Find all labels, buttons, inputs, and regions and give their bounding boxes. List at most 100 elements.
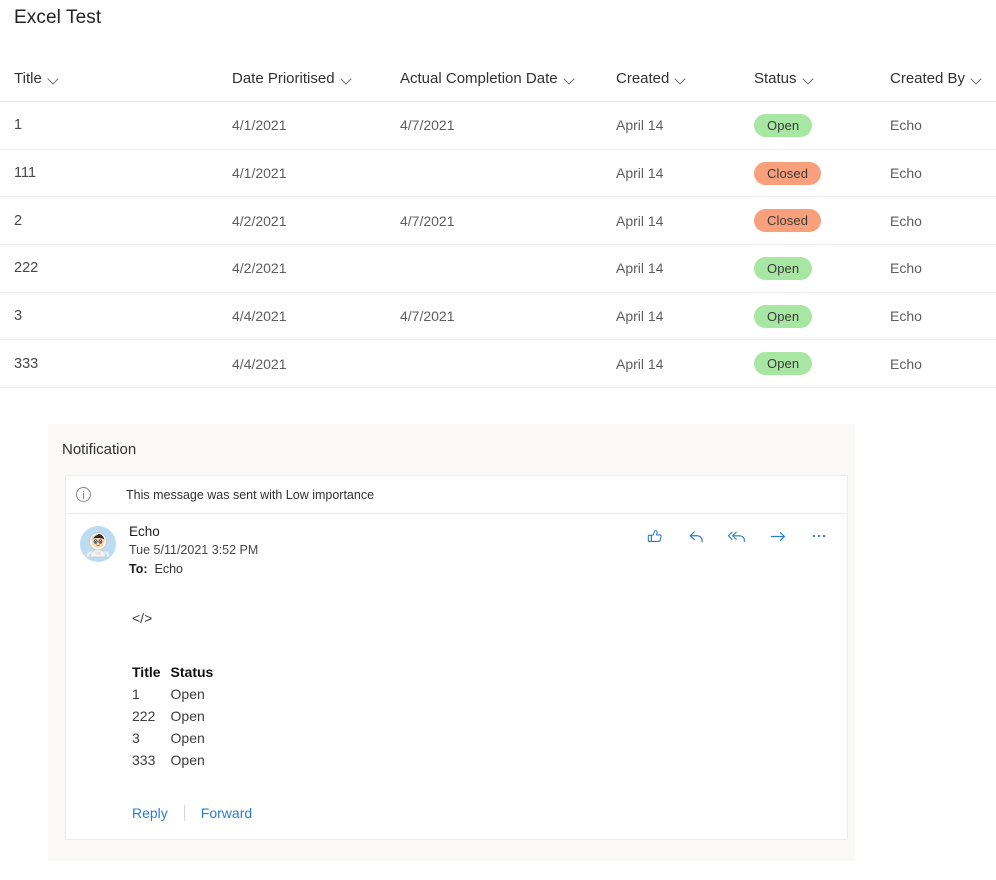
sender-name: Echo — [129, 524, 160, 539]
cell-created: April 14 — [616, 212, 664, 229]
cell-title: 222 — [14, 260, 39, 277]
body-table-header-row: Title Status — [132, 664, 223, 683]
cell-status: Open — [754, 340, 813, 387]
cell-created: April 14 — [616, 260, 664, 277]
notification-header: Notification — [48, 424, 855, 474]
cell-createdby: Echo — [890, 260, 922, 277]
table-row[interactable]: 3 4/4/2021 4/7/2021 April 14 Open Echo — [0, 293, 996, 341]
column-header-status[interactable]: Status — [754, 70, 815, 87]
list-body: 1 4/1/2021 4/7/2021 April 14 Open Echo 111 4/1/… — [0, 102, 996, 389]
cell-title: 111 — [14, 165, 37, 182]
footer-divider — [183, 805, 185, 821]
status-badge: Open — [754, 256, 813, 280]
cell-date_prio: 4/2/2021 — [232, 260, 287, 277]
body-cell-status: Open — [170, 686, 205, 702]
cell-status: Closed — [754, 197, 822, 244]
table-row[interactable]: 2 4/2/2021 4/7/2021 April 14 Closed Echo — [0, 197, 996, 246]
column-header-created[interactable]: Created — [616, 70, 687, 87]
reply-icon[interactable] — [686, 526, 706, 546]
cell-createdby: Echo — [890, 308, 922, 325]
chevron-down-icon[interactable] — [342, 75, 353, 82]
reply-all-icon[interactable] — [727, 526, 747, 546]
column-header-label: Title — [14, 70, 42, 87]
status-badge: Open — [754, 113, 813, 137]
cell-created: April 14 — [616, 165, 664, 182]
cell-createdby: Echo — [890, 212, 922, 229]
body-table-row: 1 Open — [132, 683, 223, 705]
column-header-label: Status — [754, 70, 797, 87]
notification-card: Notification This message was sent with … — [48, 424, 855, 861]
sender-block: Echo Tue 5/11/2021 3:52 PM To: Echo — [129, 522, 258, 579]
cell-status: Open — [754, 102, 813, 149]
column-header-label: Actual Completion Date — [400, 70, 558, 87]
cell-date_prio: 4/1/2021 — [232, 117, 287, 134]
body-cell-status: Open — [170, 730, 205, 746]
message-header: Echo Tue 5/11/2021 3:52 PM To: Echo — [66, 514, 847, 584]
chevron-down-icon[interactable] — [49, 75, 60, 82]
column-header-date_prio[interactable]: Date Prioritised — [232, 70, 353, 87]
status-badge: Closed — [754, 209, 822, 233]
forward-button[interactable]: Forward — [201, 805, 252, 821]
body-summary-table: Title Status 1 Open 222 Open 3 Open 333 Open — [132, 664, 223, 771]
chevron-down-icon[interactable] — [565, 75, 576, 82]
cell-created: April 14 — [616, 355, 664, 372]
column-header-label: Created By — [890, 70, 966, 87]
reply-button[interactable]: Reply — [132, 805, 168, 821]
body-cell-title: 222 — [132, 708, 156, 724]
cell-actual: 4/7/2021 — [400, 212, 455, 229]
chevron-down-icon[interactable] — [804, 75, 815, 82]
cell-createdby: Echo — [890, 355, 922, 372]
cell-actual: 4/7/2021 — [400, 308, 455, 325]
body-table-header-cell: Status — [170, 664, 214, 680]
body-cell-status: Open — [170, 708, 205, 724]
body-cell-title: 333 — [132, 752, 156, 768]
cell-title: 333 — [14, 355, 39, 372]
importance-text: This message was sent with Low importanc… — [126, 487, 375, 502]
chevron-down-icon[interactable] — [676, 75, 687, 82]
page-title: Excel Test — [14, 7, 102, 28]
cell-status: Open — [754, 293, 813, 340]
body-table-body: 1 Open 222 Open 3 Open 333 Open — [132, 683, 223, 771]
list-header-row: Title Date Prioritised Actual Completion D… — [0, 60, 996, 102]
message-actions — [645, 526, 829, 546]
body-table-row: 3 Open — [132, 727, 223, 749]
body-table-row: 333 Open — [132, 749, 223, 771]
cell-date_prio: 4/4/2021 — [232, 355, 287, 372]
status-badge: Closed — [754, 161, 822, 185]
cell-status: Closed — [754, 150, 822, 197]
astronaut-avatar — [80, 526, 116, 562]
body-cell-status: Open — [170, 752, 205, 768]
body-table-row: 222 Open — [132, 705, 223, 727]
notification-title: Notification — [62, 440, 137, 458]
cell-status: Open — [754, 245, 813, 292]
cell-title: 3 — [14, 308, 23, 325]
cell-created: April 14 — [616, 117, 664, 134]
message-panel: This message was sent with Low importanc… — [65, 475, 848, 840]
table-row[interactable]: 111 4/1/2021 April 14 Closed Echo — [0, 150, 996, 198]
item-list: Title Date Prioritised Actual Completion D… — [0, 60, 996, 389]
column-header-title[interactable]: Title — [14, 70, 60, 87]
body-table-header-cell: Title — [132, 664, 161, 680]
column-header-actual[interactable]: Actual Completion Date — [400, 70, 576, 87]
cell-createdby: Echo — [890, 165, 922, 182]
importance-bar: This message was sent with Low importanc… — [66, 476, 847, 514]
column-header-label: Date Prioritised — [232, 70, 335, 87]
column-header-createdby[interactable]: Created By — [890, 70, 983, 87]
forward-icon[interactable] — [768, 526, 788, 546]
table-row[interactable]: 333 4/4/2021 April 14 Open Echo — [0, 340, 996, 389]
sent-timestamp: Tue 5/11/2021 3:52 PM — [129, 543, 259, 557]
cell-title: 1 — [14, 117, 23, 134]
cell-date_prio: 4/1/2021 — [232, 165, 287, 182]
cell-title: 2 — [14, 212, 23, 229]
chevron-down-icon[interactable] — [972, 75, 983, 82]
like-icon[interactable] — [645, 526, 665, 546]
body-cell-title: 1 — [132, 686, 140, 702]
more-options-icon[interactable] — [809, 526, 829, 546]
status-badge: Open — [754, 352, 813, 376]
table-row[interactable]: 1 4/1/2021 4/7/2021 April 14 Open Echo — [0, 102, 996, 150]
cell-actual: 4/7/2021 — [400, 117, 455, 134]
cell-date_prio: 4/2/2021 — [232, 212, 287, 229]
cell-createdby: Echo — [890, 117, 922, 134]
recipient-label: To: — [129, 562, 148, 576]
table-row[interactable]: 222 4/2/2021 April 14 Open Echo — [0, 245, 996, 293]
